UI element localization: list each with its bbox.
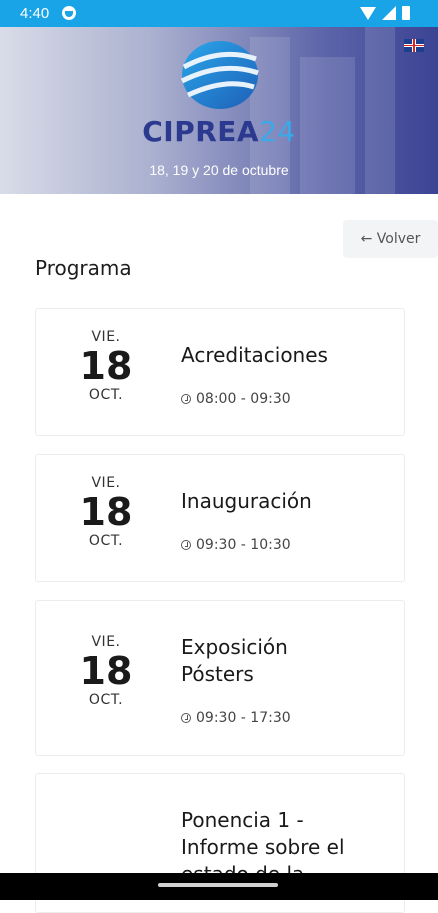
wifi-icon [360, 6, 376, 20]
page-title: Programa [35, 256, 132, 280]
brand-logo-text: CIPREA24 [0, 115, 438, 148]
event-time-text: 09:30 - 10:30 [196, 537, 291, 553]
clock-icon [181, 713, 191, 723]
home-indicator[interactable] [158, 883, 278, 887]
event-weekday: VIE. [91, 329, 121, 345]
event-day: 18 [79, 344, 133, 388]
event-title: Inauguración [181, 489, 312, 513]
event-time: 09:30 - 10:30 [181, 537, 291, 553]
event-card[interactable]: VIE. 18 OCT. Acreditaciones 08:00 - 09:3… [35, 308, 405, 436]
back-button[interactable]: ← Volver [343, 220, 438, 258]
uk-flag-icon[interactable] [404, 39, 424, 52]
status-bar: 4:40 [0, 0, 438, 27]
event-title: Exposición Pósters [181, 635, 288, 686]
event-day: 18 [79, 490, 133, 534]
event-title: Acreditaciones [181, 343, 328, 367]
brand-main: CIPREA [142, 115, 260, 148]
event-month: OCT. [88, 692, 124, 708]
event-month: OCT. [88, 387, 124, 403]
signal-icon [382, 6, 396, 20]
event-time-text: 09:30 - 17:30 [196, 710, 291, 726]
event-card[interactable]: VIE. 18 OCT. Exposición Pósters 09:30 - … [35, 600, 405, 756]
event-card[interactable]: VIE. 18 OCT. Inauguración 09:30 - 10:30 [35, 454, 405, 582]
notification-app-icon [62, 6, 76, 20]
brand-year: 24 [259, 115, 296, 148]
event-time: 08:00 - 09:30 [181, 391, 291, 407]
battery-icon [402, 6, 410, 20]
status-time: 4:40 [20, 5, 50, 22]
event-day: 18 [79, 649, 133, 693]
event-date: VIE. 18 OCT. [36, 329, 176, 403]
event-dates: 18, 19 y 20 de octubre [149, 162, 289, 178]
globe-logo-icon [180, 41, 259, 109]
event-weekday: VIE. [91, 475, 121, 491]
event-weekday: VIE. [91, 634, 121, 650]
event-date: VIE. 18 OCT. [36, 475, 176, 549]
clock-icon [181, 540, 191, 550]
event-time-text: 08:00 - 09:30 [196, 391, 291, 407]
event-month: OCT. [88, 533, 124, 549]
event-header-banner: CIPREA24 18, 19 y 20 de octubre [0, 27, 438, 194]
clock-icon [181, 394, 191, 404]
status-icons [360, 6, 410, 20]
event-time: 09:30 - 17:30 [181, 710, 291, 726]
event-date: VIE. 18 OCT. [36, 634, 176, 708]
